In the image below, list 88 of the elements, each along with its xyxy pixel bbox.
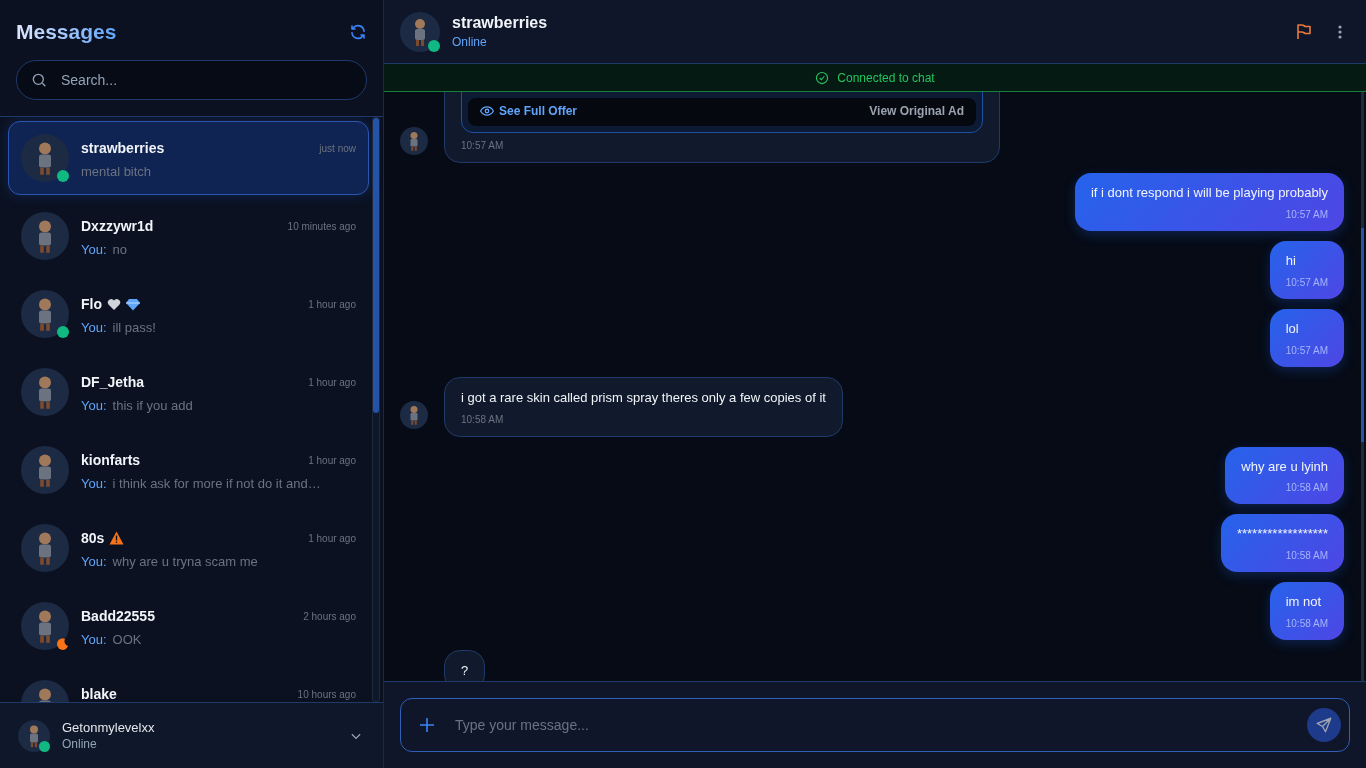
message-time: 1 hour ago — [308, 532, 356, 544]
avatar-icon — [18, 719, 50, 752]
flag-icon[interactable] — [1296, 23, 1312, 40]
more-icon[interactable] — [1338, 24, 1342, 39]
conversation-item[interactable]: DF_Jetha 1 hour ago You: this if you add — [8, 355, 369, 429]
contact-name: blake — [81, 686, 117, 702]
message-time: 10:58 AM — [1285, 549, 1328, 563]
warning-icon — [109, 531, 125, 545]
view-ad-link[interactable]: View Original Ad — [869, 104, 964, 118]
see-full-offer-link[interactable]: See Full Offer — [480, 104, 578, 118]
avatar-icon — [21, 134, 69, 182]
conversation-item[interactable]: Flo 1 hour ago You: ill pass! — [8, 277, 369, 351]
message-text: hi — [1285, 252, 1297, 270]
message-time: 10 hours ago — [297, 688, 356, 700]
message-preview: mental bitch — [81, 164, 152, 179]
message-text: lol — [1285, 320, 1300, 338]
message-time: 10:58 AM — [461, 412, 505, 426]
message-preview: OOK — [112, 632, 142, 647]
search-bar[interactable]: Search... — [16, 60, 367, 100]
contact-name: Flo — [81, 296, 102, 312]
avatar-icon — [21, 446, 69, 494]
scrollbar[interactable] — [1361, 92, 1364, 681]
message-time: 10:57 AM — [1285, 343, 1328, 357]
avatar-icon — [400, 400, 428, 429]
conversation-item[interactable]: 80s 1 hour ago You: why are u tryna scam me — [8, 511, 369, 585]
eye-icon — [480, 105, 494, 117]
heart-icon — [107, 297, 121, 311]
avatar-icon — [400, 11, 440, 52]
message-text: ****************** — [1236, 526, 1328, 544]
scrollbar[interactable] — [372, 117, 380, 702]
message-time: 1 hour ago — [308, 454, 356, 466]
plus-icon[interactable] — [419, 717, 435, 733]
sender-label: You: — [81, 320, 107, 335]
message-time: just now — [319, 142, 356, 154]
message-time: 1 hour ago — [308, 298, 356, 310]
contact-name: Badd22555 — [81, 608, 155, 624]
search-field[interactable]: Search... — [59, 71, 352, 89]
sender-label: You: — [81, 398, 107, 413]
message-text: ? — [461, 663, 469, 681]
message-time: 10:58 AM — [1285, 481, 1328, 495]
avatar-icon — [400, 127, 428, 155]
contact-name: DF_Jetha — [81, 374, 145, 390]
message-input[interactable]: Type your message... — [453, 716, 1289, 734]
sender-label: You: — [81, 242, 107, 257]
avatar-icon — [21, 602, 69, 650]
contact-status: Online — [452, 35, 488, 49]
message-preview: i think ask for more if not do it and… — [112, 476, 321, 491]
contact-name: Dxzzywr1d — [81, 218, 154, 234]
message-time: 10 minutes ago — [287, 220, 356, 232]
conversation-item[interactable]: kionfarts 1 hour ago You: i think ask for more if not do it and… — [8, 433, 369, 507]
avatar-icon — [21, 212, 69, 260]
avatar-icon — [21, 524, 69, 572]
conversation-item[interactable]: Dxzzywr1d 10 minutes ago You: no — [8, 199, 369, 273]
message-text: i got a rare skin called prism spray theres only a few copies of it — [461, 389, 826, 407]
message-time: 2 hours ago — [303, 610, 356, 622]
message-preview: ill pass! — [112, 320, 156, 335]
message-time: 10:57 AM — [461, 139, 505, 152]
contact-name: 80s — [81, 530, 105, 546]
send-icon — [1315, 716, 1333, 734]
user-name: Getonmylevelxx — [62, 720, 156, 735]
message-preview: no — [112, 242, 128, 257]
message-time: 10:57 AM — [1285, 207, 1328, 221]
avatar-icon — [21, 368, 69, 416]
message-time: 1 hour ago — [308, 376, 356, 388]
diamond-icon — [126, 297, 140, 311]
conversation-item[interactable]: Badd22555 2 hours ago You: OOK — [8, 589, 369, 663]
message-preview: this if you add — [112, 398, 193, 413]
check-circle-icon — [815, 70, 830, 85]
send-button[interactable] — [1307, 708, 1341, 742]
composer-bar[interactable]: Type your message... — [400, 698, 1350, 752]
message-text: why are u lyinh — [1241, 458, 1328, 476]
connection-status: Connected to chat — [837, 70, 935, 85]
refresh-icon[interactable] — [349, 23, 367, 41]
chat-contact-name: strawberries — [452, 14, 549, 32]
conversation-item[interactable]: strawberries just now mental bitch — [8, 121, 369, 195]
user-status: Online — [62, 737, 98, 751]
message-text: im not — [1285, 594, 1323, 612]
sender-label: You: — [81, 554, 107, 569]
message-time: 10:58 AM — [1285, 617, 1328, 631]
avatar-icon — [21, 290, 69, 338]
sender-label: You: — [81, 632, 107, 647]
contact-name: kionfarts — [81, 452, 141, 468]
contact-name: strawberries — [81, 140, 165, 156]
message-text: if i dont respond i will be playing probably — [1090, 185, 1328, 202]
sender-label: You: — [81, 476, 107, 491]
message-preview: why are u tryna scam me — [112, 554, 258, 569]
message-time: 10:57 AM — [1285, 275, 1328, 289]
search-icon — [31, 72, 47, 88]
